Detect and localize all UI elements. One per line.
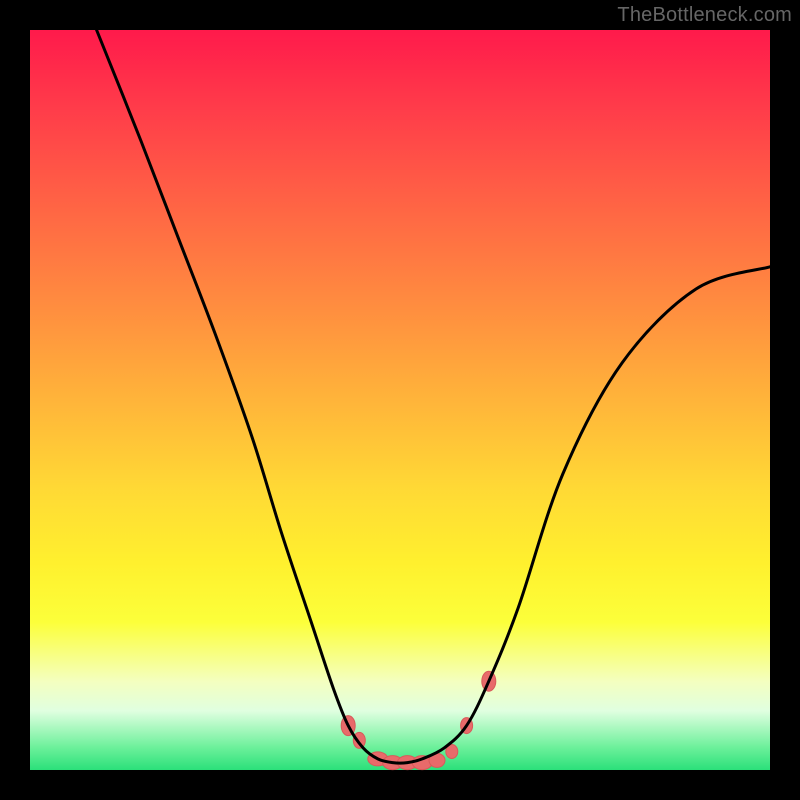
bottleneck-curve xyxy=(97,30,770,763)
chart-markers xyxy=(341,671,496,769)
chart-plot-area xyxy=(30,30,770,770)
chart-svg xyxy=(30,30,770,770)
chart-frame: TheBottleneck.com xyxy=(0,0,800,800)
watermark-text: TheBottleneck.com xyxy=(617,4,792,27)
